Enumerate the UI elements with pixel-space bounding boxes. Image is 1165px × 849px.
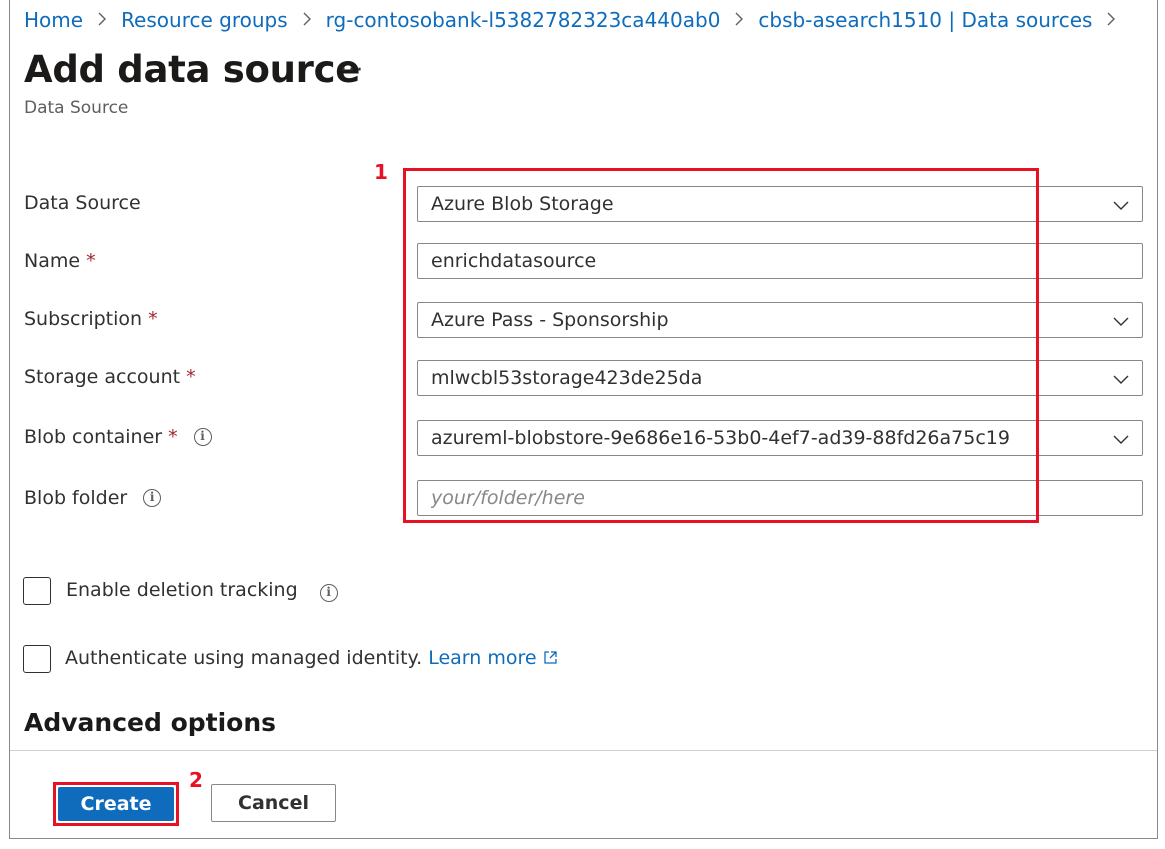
chevron-right-icon	[1106, 8, 1116, 32]
blob-folder-label: Blob folder i	[24, 487, 162, 509]
subscription-dropdown[interactable]: Azure Pass - Sponsorship	[417, 302, 1143, 338]
name-label-text: Name	[24, 250, 81, 272]
page-subtitle: Data Source	[24, 98, 129, 118]
storage-account-label: Storage account *	[24, 366, 196, 388]
storage-account-label-text: Storage account	[24, 366, 181, 388]
required-marker: *	[86, 250, 96, 272]
data-source-label-text: Data Source	[24, 192, 141, 214]
learn-more-link[interactable]: Learn more	[428, 647, 557, 669]
chevron-down-icon	[1113, 201, 1129, 210]
name-input[interactable]	[431, 250, 1142, 272]
managed-identity-label: Authenticate using managed identity. Lea…	[65, 647, 558, 669]
blob-container-label: Blob container * i	[24, 426, 212, 448]
deletion-tracking-label-text: Enable deletion tracking	[66, 579, 298, 601]
breadcrumb-data-sources[interactable]: cbsb-asearch1510 | Data sources	[758, 8, 1092, 32]
breadcrumb-resource-groups[interactable]: Resource groups	[121, 8, 288, 32]
chevron-down-icon	[1113, 435, 1129, 444]
info-icon[interactable]: i	[143, 489, 162, 507]
cancel-button[interactable]: Cancel	[211, 784, 336, 822]
breadcrumb-resource-group[interactable]: rg-contosobank-l5382782323ca440ab0	[326, 8, 721, 32]
breadcrumb-home[interactable]: Home	[24, 8, 83, 32]
chevron-down-icon	[1113, 317, 1129, 326]
blob-container-label-text: Blob container	[24, 426, 163, 448]
chevron-right-icon	[97, 8, 107, 32]
blob-folder-label-text: Blob folder	[24, 487, 128, 509]
blob-container-value: azureml-blobstore-9e686e16-53b0-4ef7-ad3…	[431, 427, 1010, 449]
chevron-down-icon	[1113, 375, 1129, 384]
info-icon[interactable]: i	[319, 584, 338, 602]
annotation-marker-1: 1	[374, 160, 388, 184]
required-marker: *	[148, 308, 158, 330]
annotation-highlight-create: Create	[53, 782, 179, 826]
chevron-right-icon	[302, 8, 312, 32]
storage-account-dropdown[interactable]: mlwcbl53storage423de25da	[417, 360, 1143, 396]
data-source-dropdown[interactable]: Azure Blob Storage	[417, 186, 1143, 222]
subscription-label-text: Subscription	[24, 308, 143, 330]
subscription-value: Azure Pass - Sponsorship	[431, 309, 669, 331]
blob-folder-input[interactable]	[431, 487, 1142, 509]
data-source-value: Azure Blob Storage	[431, 193, 614, 215]
managed-identity-label-text: Authenticate using managed identity.	[65, 647, 423, 669]
name-field[interactable]	[417, 243, 1143, 279]
name-label: Name *	[24, 250, 96, 272]
blob-folder-field[interactable]	[417, 480, 1143, 516]
learn-more-text: Learn more	[428, 647, 537, 669]
page-title: Add data source	[24, 48, 361, 91]
breadcrumb: Home Resource groups rg-contosobank-l538…	[24, 7, 1130, 33]
footer-divider	[10, 750, 1157, 751]
external-link-icon	[543, 651, 557, 664]
blob-container-dropdown[interactable]: azureml-blobstore-9e686e16-53b0-4ef7-ad3…	[417, 420, 1143, 456]
info-icon[interactable]: i	[193, 428, 212, 446]
create-button[interactable]: Create	[58, 787, 174, 821]
storage-account-value: mlwcbl53storage423de25da	[431, 367, 703, 389]
chevron-right-icon	[734, 8, 744, 32]
data-source-label: Data Source	[24, 192, 141, 214]
subscription-label: Subscription *	[24, 308, 158, 330]
advanced-options-heading[interactable]: Advanced options	[24, 708, 276, 737]
more-icon[interactable]: ···	[340, 58, 364, 83]
required-marker: *	[186, 366, 196, 388]
deletion-tracking-label: Enable deletion tracking i	[66, 579, 338, 602]
deletion-tracking-checkbox[interactable]	[23, 577, 51, 605]
required-marker: *	[168, 426, 178, 448]
annotation-marker-2: 2	[189, 768, 203, 792]
managed-identity-checkbox[interactable]	[23, 645, 51, 673]
